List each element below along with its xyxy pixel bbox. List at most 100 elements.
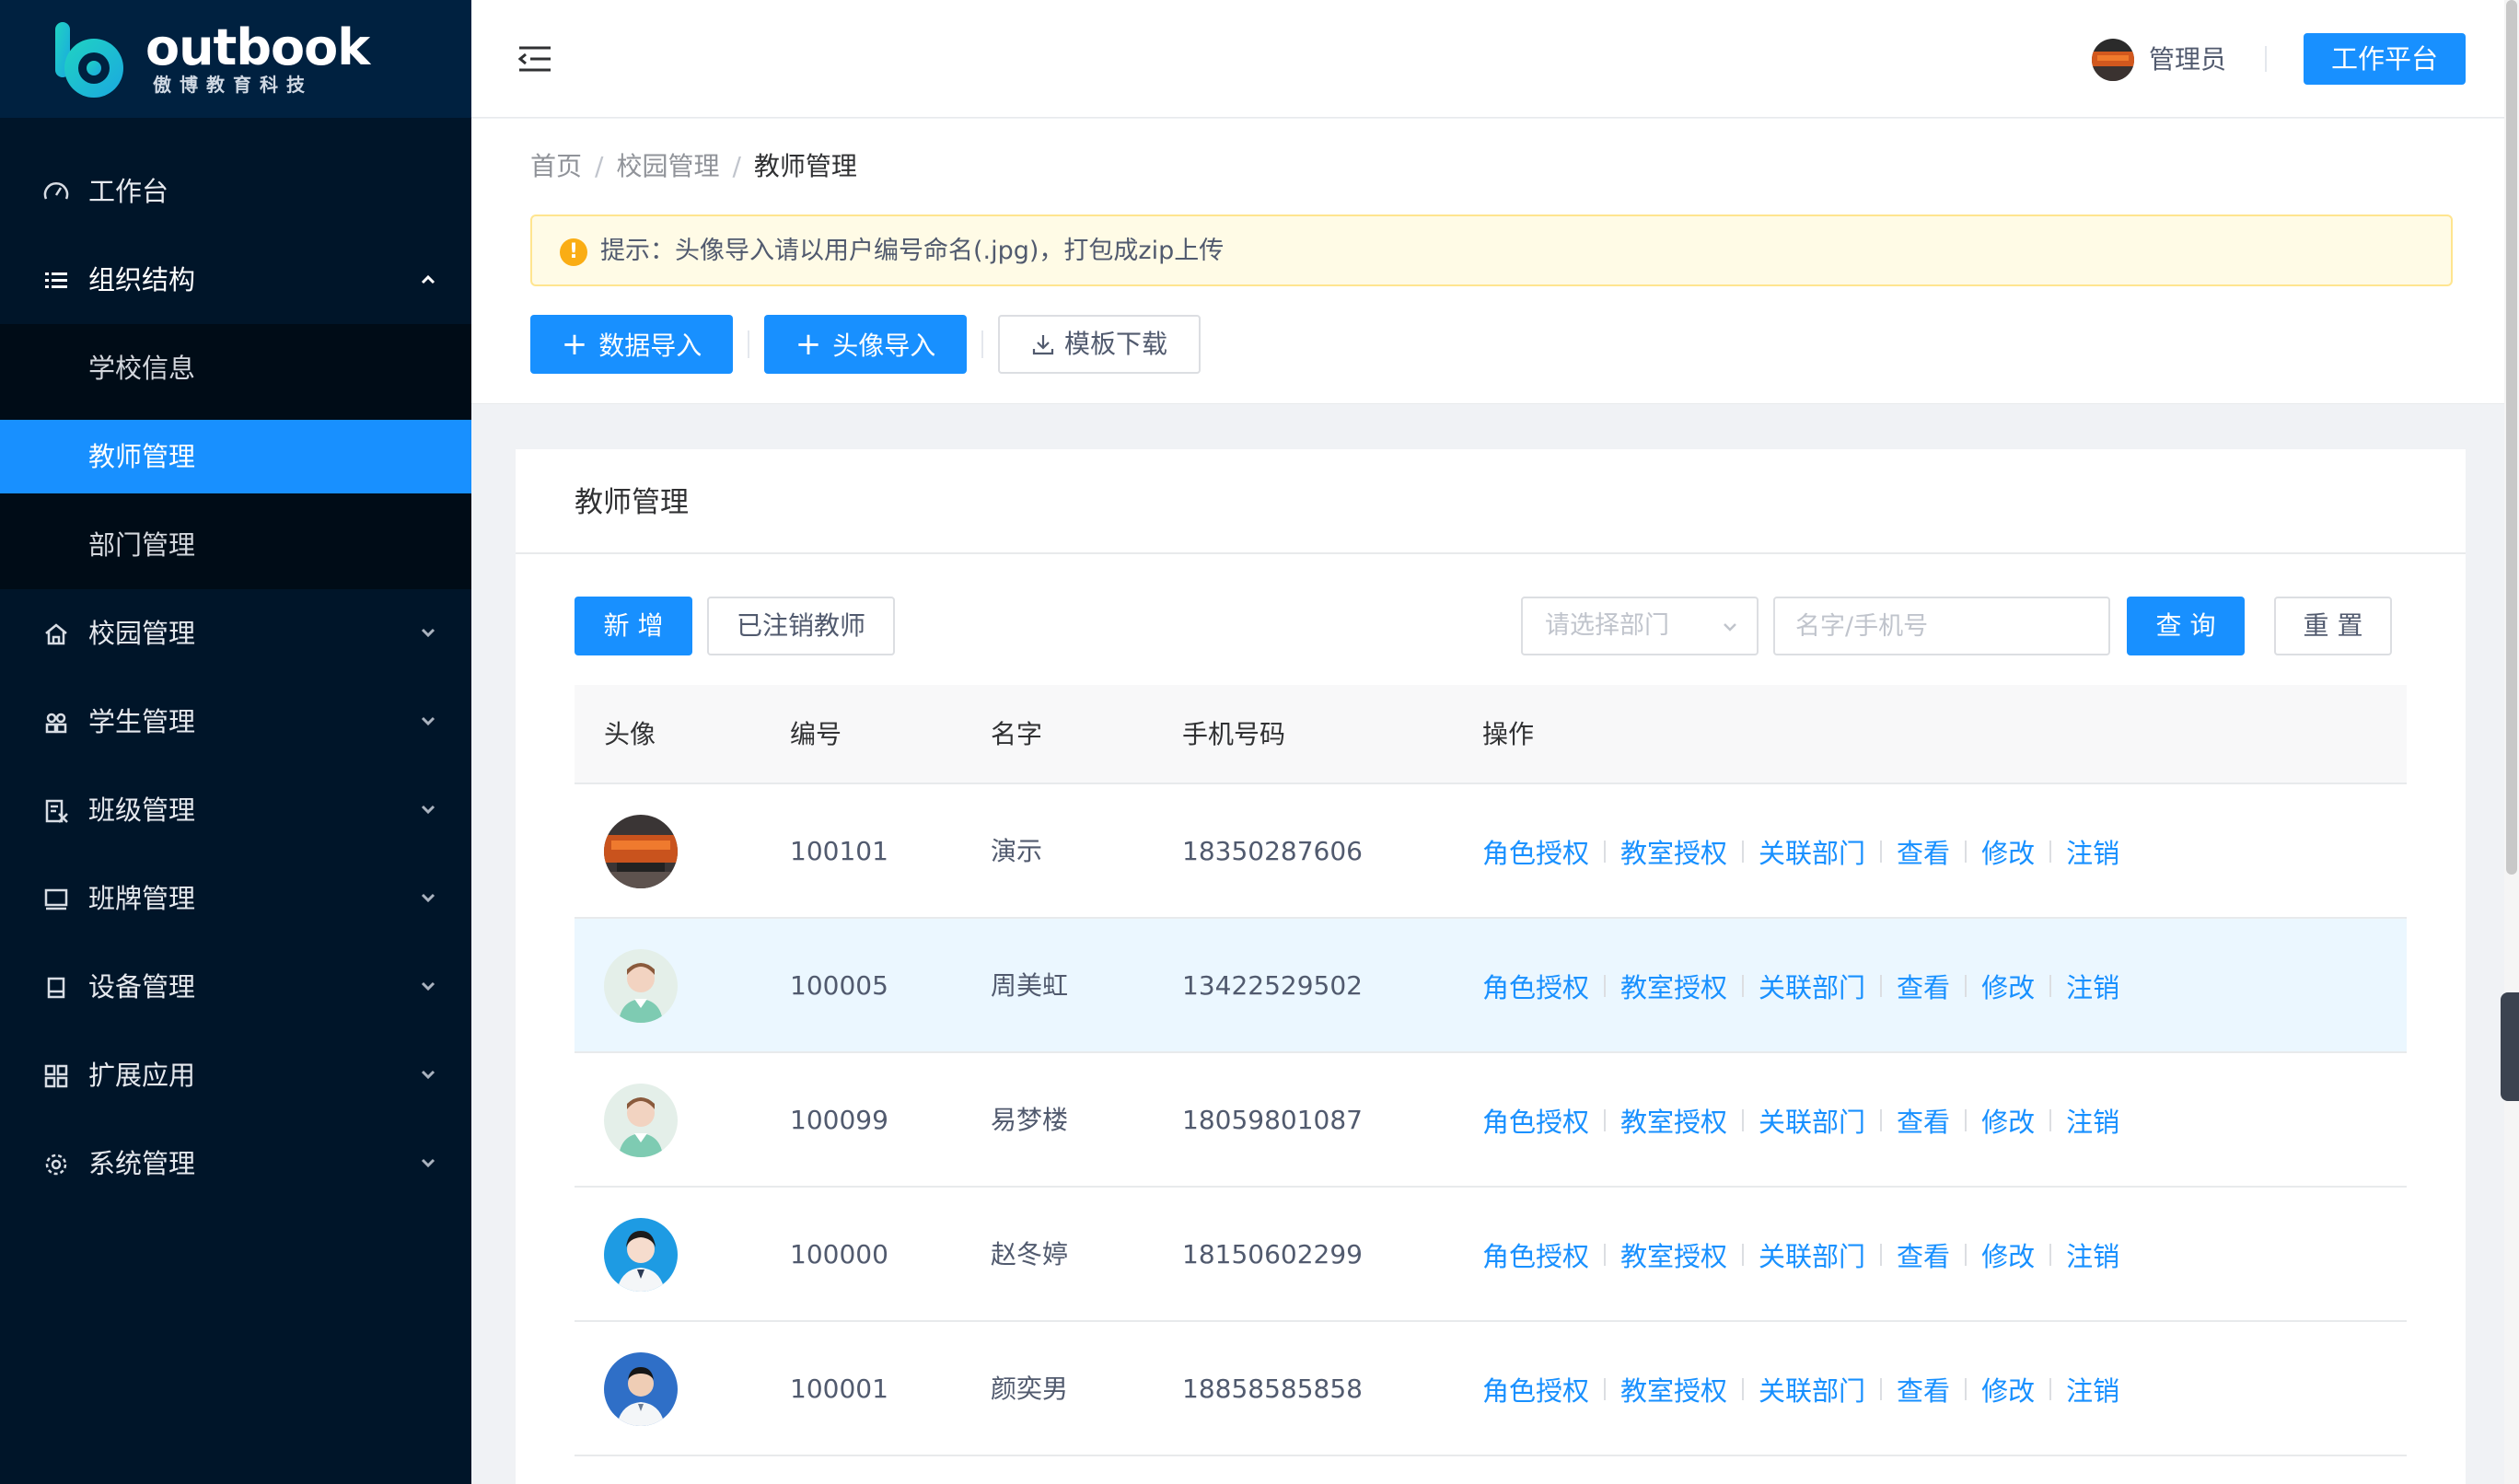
action-divider (2049, 1109, 2052, 1131)
deactivate-link[interactable]: 注销 (2066, 1101, 2119, 1140)
import-avatar-button[interactable]: + 头像导入 (764, 315, 967, 374)
table-row: 100000 赵冬婷 18150602299 角色授权 教室授权 关联部门 查看… (575, 1188, 2407, 1322)
menu-item-students[interactable]: 学生管理 (0, 678, 471, 766)
teacher-avatar (604, 815, 678, 888)
name-phone-search-input[interactable] (1773, 597, 2110, 655)
submenu-item-teacher-management[interactable]: 教师管理 (0, 420, 471, 493)
department-select[interactable]: 请选择部门 (1521, 597, 1759, 655)
brand-name: outbook (145, 18, 370, 76)
action-divider (1880, 1109, 1883, 1131)
teacher-name: 易梦楼 (991, 1105, 1069, 1135)
scrollbar-thumb[interactable] (2506, 0, 2517, 875)
action-divider (1742, 841, 1745, 863)
menu-item-extensions[interactable]: 扩展应用 (0, 1031, 471, 1119)
user-avatar[interactable] (2092, 39, 2134, 81)
menu-label: 设备管理 (88, 971, 196, 1003)
teacher-avatar (604, 949, 678, 1023)
classroom-auth-link[interactable]: 教室授权 (1620, 1235, 1727, 1274)
action-divider (1742, 1378, 1745, 1400)
menu-item-organization[interactable]: 组织结构 (0, 236, 471, 324)
link-department-link[interactable]: 关联部门 (1759, 1370, 1865, 1409)
workspace-button[interactable]: 工作平台 (2304, 33, 2466, 85)
edit-link[interactable]: 修改 (1981, 967, 2035, 1005)
role-auth-link[interactable]: 角色授权 (1482, 1370, 1589, 1409)
teacher-name: 演示 (991, 836, 1043, 866)
teacher-avatar (604, 1352, 678, 1426)
view-link[interactable]: 查看 (1897, 1101, 1950, 1140)
edit-link[interactable]: 修改 (1981, 1235, 2035, 1274)
menu-item-class-board[interactable]: 班牌管理 (0, 854, 471, 943)
link-department-link[interactable]: 关联部门 (1759, 1101, 1865, 1140)
classroom-auth-link[interactable]: 教室授权 (1620, 1370, 1727, 1409)
menu-item-system[interactable]: 系统管理 (0, 1119, 471, 1208)
role-auth-link[interactable]: 角色授权 (1482, 1235, 1589, 1274)
deactivate-link[interactable]: 注销 (2066, 832, 2119, 871)
action-divider (1604, 1378, 1607, 1400)
department-select-placeholder: 请选择部门 (1545, 611, 1669, 640)
submenu-item-school-info[interactable]: 学校信息 (0, 324, 471, 412)
column-header-avatar: 头像 (604, 719, 656, 749)
row-actions: 角色授权 教室授权 关联部门 查看 修改 注销 (1482, 1188, 2119, 1322)
students-icon (45, 713, 67, 734)
menu-label: 工作台 (88, 176, 169, 207)
breadcrumb-home[interactable]: 首页 (530, 151, 582, 181)
floating-side-widget[interactable] (2501, 992, 2519, 1101)
breadcrumb-separator: / (595, 151, 604, 181)
menu-fold-icon[interactable] (517, 44, 552, 74)
breadcrumb-current: 教师管理 (753, 151, 857, 181)
deactivate-link[interactable]: 注销 (2066, 1370, 2119, 1409)
header-divider (2265, 46, 2267, 72)
import-data-button[interactable]: + 数据导入 (530, 315, 733, 374)
view-link[interactable]: 查看 (1897, 1370, 1950, 1409)
role-auth-link[interactable]: 角色授权 (1482, 967, 1589, 1005)
toolbar-divider (748, 330, 749, 358)
menu-label: 扩展应用 (88, 1060, 196, 1091)
search-button[interactable]: 查 询 (2127, 597, 2245, 655)
add-teacher-button[interactable]: 新 增 (575, 597, 692, 655)
deactivate-link[interactable]: 注销 (2066, 967, 2119, 1005)
chevron-down-icon (421, 716, 435, 726)
alert-text: 提示：头像导入请以用户编号命名(.jpg)，打包成zip上传 (600, 237, 1225, 265)
breadcrumb-campus[interactable]: 校园管理 (616, 151, 719, 181)
link-department-link[interactable]: 关联部门 (1759, 1235, 1865, 1274)
link-department-link[interactable]: 关联部门 (1759, 967, 1865, 1005)
breadcrumb: 首页 / 校园管理 / 教师管理 (530, 148, 857, 185)
view-link[interactable]: 查看 (1897, 967, 1950, 1005)
teacher-management-card: 教师管理 新 增 已注销教师 请选择部门 查 询 重 置 头像 编号 名字 手机… (516, 449, 2466, 1484)
deactivate-link[interactable]: 注销 (2066, 1235, 2119, 1274)
action-divider (2049, 975, 2052, 997)
reset-button[interactable]: 重 置 (2274, 597, 2392, 655)
menu-label: 组织结构 (88, 264, 196, 296)
classroom-auth-link[interactable]: 教室授权 (1620, 967, 1727, 1005)
action-divider (1880, 1378, 1883, 1400)
edit-link[interactable]: 修改 (1981, 1101, 2035, 1140)
card-divider (516, 552, 2466, 554)
gear-icon (45, 1154, 67, 1176)
link-department-link[interactable]: 关联部门 (1759, 832, 1865, 871)
submenu-item-department-management[interactable]: 部门管理 (0, 501, 471, 589)
menu-item-classes[interactable]: 班级管理 (0, 766, 471, 854)
view-link[interactable]: 查看 (1897, 1235, 1950, 1274)
user-name[interactable]: 管理员 (2149, 42, 2226, 77)
column-header-id: 编号 (790, 719, 842, 749)
action-divider (1604, 1109, 1607, 1131)
role-auth-link[interactable]: 角色授权 (1482, 832, 1589, 871)
edit-link[interactable]: 修改 (1981, 832, 2035, 871)
menu-item-campus[interactable]: 校园管理 (0, 589, 471, 678)
action-divider (2049, 1378, 2052, 1400)
cancelled-teachers-button[interactable]: 已注销教师 (707, 597, 895, 655)
column-header-phone: 手机号码 (1182, 719, 1286, 749)
menu-item-workbench[interactable]: 工作台 (0, 147, 471, 236)
classroom-auth-link[interactable]: 教室授权 (1620, 1101, 1727, 1140)
classroom-auth-link[interactable]: 教室授权 (1620, 832, 1727, 871)
action-divider (1604, 841, 1607, 863)
row-actions: 角色授权 教室授权 关联部门 查看 修改 注销 (1482, 784, 2119, 919)
teacher-id: 100099 (790, 1105, 888, 1135)
edit-link[interactable]: 修改 (1981, 1370, 2035, 1409)
menu-item-devices[interactable]: 设备管理 (0, 943, 471, 1031)
column-header-actions: 操作 (1482, 719, 1535, 749)
download-template-button[interactable]: 模板下载 (998, 315, 1201, 374)
action-divider (1965, 975, 1968, 997)
role-auth-link[interactable]: 角色授权 (1482, 1101, 1589, 1140)
view-link[interactable]: 查看 (1897, 832, 1950, 871)
